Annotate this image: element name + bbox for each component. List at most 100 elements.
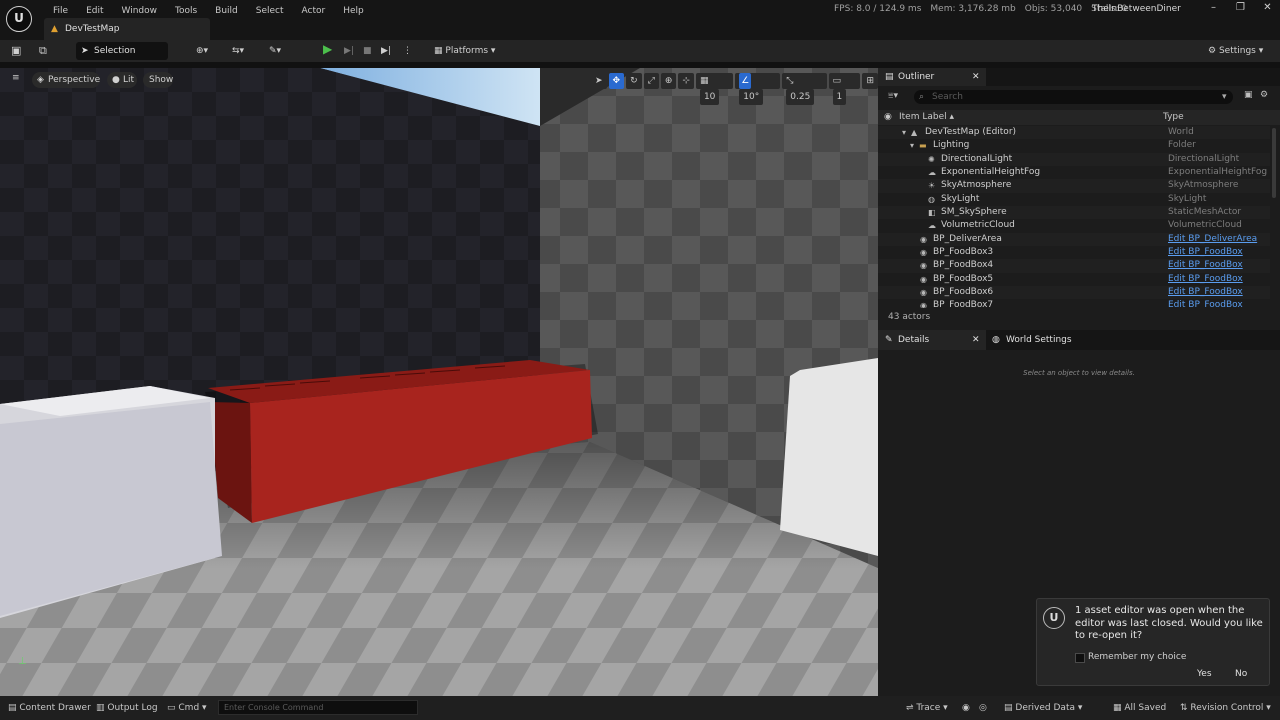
tree-row-height-fog[interactable]: ☁ ExponentialHeightFog ExponentialHeight… bbox=[878, 166, 1270, 179]
edit-blueprint-link[interactable]: Edit BP_DeliverArea bbox=[1168, 233, 1257, 246]
tree-row-foodbox7[interactable]: ◉ BP_FoodBox7 Edit BP_FoodBox bbox=[878, 299, 1270, 308]
tree-row-deliver-area[interactable]: ◉ BP_DeliverArea Edit BP_DeliverArea bbox=[878, 232, 1270, 247]
snapshot-icon[interactable]: ◎ bbox=[979, 700, 987, 716]
terminal-icon: ▭ bbox=[167, 703, 176, 713]
tree-row-foodbox4[interactable]: ◉ BP_FoodBox4 Edit BP_FoodBox bbox=[878, 259, 1270, 273]
viewport-menu-icon[interactable]: ≡ bbox=[12, 73, 20, 83]
map-tab[interactable]: ▲ DevTestMap bbox=[44, 18, 210, 40]
settings-button[interactable]: ⚙ Settings ▾ bbox=[1208, 43, 1263, 59]
outliner-settings-icon[interactable]: ⚙ bbox=[1260, 90, 1268, 100]
add-actor-icon[interactable]: ⊕▾ bbox=[196, 43, 208, 59]
tree-row-foodbox5[interactable]: ◉ BP_FoodBox5 Edit BP_FoodBox bbox=[878, 273, 1270, 286]
surface-snap-icon[interactable]: ⊹ bbox=[678, 73, 694, 89]
menu-actor[interactable]: Actor bbox=[293, 3, 335, 19]
rotate-tool-icon[interactable]: ↻ bbox=[626, 73, 642, 89]
add-folder-icon[interactable]: ▣ bbox=[1244, 90, 1253, 100]
world-coords-icon[interactable]: ⊕ bbox=[660, 73, 677, 89]
cmd-dropdown[interactable]: ▭ Cmd ▾ bbox=[167, 700, 207, 716]
translate-tool-icon[interactable]: ✥ bbox=[608, 73, 625, 89]
expand-arrow-icon[interactable]: ▾ bbox=[910, 139, 914, 152]
expand-arrow-icon[interactable]: ▾ bbox=[902, 126, 906, 139]
console-command-input[interactable]: Enter Console Command bbox=[218, 700, 418, 715]
platforms-button[interactable]: ▦ Platforms ▾ bbox=[434, 43, 495, 59]
scale-tool-icon[interactable]: ⤢ bbox=[643, 73, 659, 89]
layout-icon[interactable]: ⊞ bbox=[862, 73, 878, 89]
play-options-icon[interactable]: ⋮ bbox=[403, 43, 412, 59]
filter-icon[interactable]: ⩸▾ bbox=[888, 91, 898, 101]
outliner-tab[interactable]: ▤ Outliner ✕ bbox=[878, 68, 986, 86]
search-icon: ⌕ bbox=[919, 92, 925, 102]
selection-mode-button[interactable]: ➤ Selection Mode ▾ bbox=[76, 42, 168, 74]
revision-control-button[interactable]: ⇅ Revision Control ▾ bbox=[1180, 700, 1271, 716]
light-icon: ✺ bbox=[928, 154, 935, 164]
details-tab[interactable]: ✎ Details ✕ bbox=[878, 330, 986, 350]
cinematics-icon[interactable]: ✎▾ bbox=[269, 43, 281, 59]
tree-row-sky-atmosphere[interactable]: ☀ SkyAtmosphere SkyAtmosphere bbox=[878, 179, 1270, 193]
tree-row-sky-sphere[interactable]: ◧ SM_SkySphere StaticMeshActor bbox=[878, 206, 1270, 220]
outliner-scrollbar[interactable] bbox=[1272, 128, 1276, 198]
tree-row-folder[interactable]: ▾ ▬ Lighting Folder bbox=[878, 139, 1270, 152]
minimize-icon[interactable]: – bbox=[1200, 2, 1227, 13]
scale-snap-button[interactable]: ⤡ 0.25 bbox=[782, 73, 827, 105]
tree-row-foodbox6[interactable]: ◉ BP_FoodBox6 Edit BP_FoodBox bbox=[878, 286, 1270, 300]
folder-icon: ▬ bbox=[919, 141, 927, 151]
close-window-icon[interactable]: ✕ bbox=[1254, 2, 1280, 13]
no-button[interactable]: No bbox=[1229, 667, 1253, 682]
save-icon[interactable]: ▣ bbox=[11, 43, 21, 59]
step-icon[interactable]: ▶| bbox=[344, 43, 354, 59]
close-tab-icon[interactable]: ✕ bbox=[972, 68, 980, 86]
select-tool-icon[interactable]: ➤ bbox=[591, 73, 607, 89]
menu-help[interactable]: Help bbox=[334, 3, 373, 19]
menu-build[interactable]: Build bbox=[206, 3, 247, 19]
col-item-label[interactable]: Item Label ▴ bbox=[899, 110, 954, 125]
output-log-button[interactable]: ▥ Output Log bbox=[96, 700, 158, 716]
remember-choice-checkbox[interactable] bbox=[1075, 653, 1085, 663]
simulate-icon[interactable]: ▶| bbox=[381, 43, 391, 59]
camera-speed-button[interactable]: ▭ 1 bbox=[828, 73, 861, 105]
tree-row-directional-light[interactable]: ✺ DirectionalLight DirectionalLight bbox=[878, 152, 1270, 167]
maximize-icon[interactable]: ❐ bbox=[1227, 2, 1254, 13]
show-button[interactable]: Show bbox=[143, 72, 173, 88]
menu-file[interactable]: File bbox=[44, 3, 77, 19]
grid-snap-button[interactable]: ▦ 10 bbox=[695, 73, 734, 105]
perf-stats: FPS: 8.0 / 124.9 ms Mem: 3,176.28 mb Obj… bbox=[834, 4, 1127, 14]
outliner-column-header: ◉ Item Label ▴ Type bbox=[878, 110, 1280, 125]
visibility-eye-icon[interactable]: ◉ bbox=[884, 110, 892, 125]
blueprint-icon[interactable]: ⇆▾ bbox=[232, 43, 244, 59]
menu-window[interactable]: Window bbox=[113, 3, 167, 19]
yes-button[interactable]: Yes bbox=[1191, 667, 1218, 682]
unreal-logo-icon[interactable]: U bbox=[6, 6, 32, 32]
world-settings-tab[interactable]: ◍ World Settings bbox=[990, 330, 1072, 350]
edit-blueprint-link[interactable]: Edit BP_FoodBox bbox=[1168, 299, 1243, 308]
derived-data-button[interactable]: ▤ Derived Data ▾ bbox=[1004, 700, 1082, 716]
menu-select[interactable]: Select bbox=[247, 3, 293, 19]
stop-icon[interactable]: ■ bbox=[363, 43, 372, 59]
lit-button[interactable]: ● Lit bbox=[107, 72, 137, 88]
trace-button[interactable]: ⇌ Trace ▾ bbox=[906, 700, 948, 716]
edit-blueprint-link[interactable]: Edit BP_FoodBox bbox=[1168, 273, 1243, 286]
menu-edit[interactable]: Edit bbox=[77, 3, 112, 19]
reopen-assets-notification: U 1 asset editor was open when the edito… bbox=[1036, 598, 1270, 686]
menu-tools[interactable]: Tools bbox=[166, 3, 206, 19]
tree-row-sky-light[interactable]: ◍ SkyLight SkyLight bbox=[878, 193, 1270, 206]
play-icon[interactable]: ▶ bbox=[323, 41, 332, 57]
record-icon[interactable]: ◉ bbox=[962, 700, 970, 716]
content-drawer-button[interactable]: ▤ Content Drawer bbox=[8, 700, 91, 716]
col-type[interactable]: Type bbox=[1163, 110, 1184, 125]
all-saved-button[interactable]: ▦ All Saved bbox=[1113, 700, 1166, 716]
save-state-icon: ▦ bbox=[1113, 703, 1122, 713]
perspective-button[interactable]: ◈ Perspective bbox=[32, 72, 100, 88]
rotation-snap-button[interactable]: ∠ 10° bbox=[735, 73, 781, 105]
edit-blueprint-link[interactable]: Edit BP_FoodBox bbox=[1168, 286, 1243, 299]
edit-blueprint-link[interactable]: Edit BP_FoodBox bbox=[1168, 259, 1243, 272]
level-viewport[interactable]: ≡ ◈ Perspective ● Lit Show ➤ ✥ ↻ ⤢ ⊕ ⊹ ▦… bbox=[0, 68, 878, 696]
tree-row-world[interactable]: ▾ ▲ DevTestMap (Editor) World bbox=[878, 126, 1270, 140]
edit-blueprint-link[interactable]: Edit BP_FoodBox bbox=[1168, 246, 1243, 259]
chevron-down-icon[interactable]: ▾ bbox=[1222, 90, 1227, 104]
tree-row-foodbox3[interactable]: ◉ BP_FoodBox3 Edit BP_FoodBox bbox=[878, 246, 1270, 259]
close-tab-icon[interactable]: ✕ bbox=[972, 330, 980, 350]
actor-sphere-icon: ◉ bbox=[920, 288, 927, 298]
content-browse-icon[interactable]: ⧉ bbox=[39, 43, 47, 59]
outliner-search-input[interactable]: ⌕ Search ▾ bbox=[914, 90, 1233, 104]
tree-row-volumetric-cloud[interactable]: ☁ VolumetricCloud VolumetricCloud bbox=[878, 219, 1270, 232]
